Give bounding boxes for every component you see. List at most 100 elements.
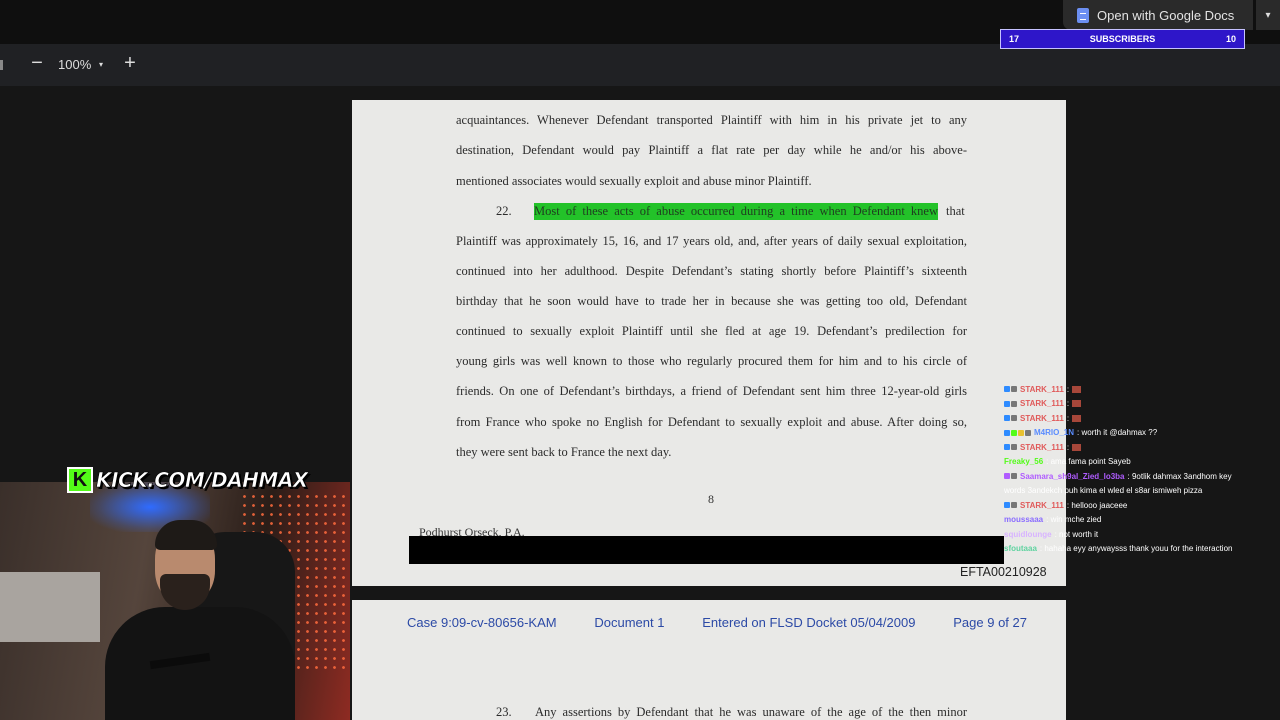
chat-badge-icon xyxy=(1004,400,1010,407)
chat-text: : xyxy=(1066,442,1070,452)
open-with-dropdown-button[interactable]: ▾ xyxy=(1256,0,1280,30)
chat-badge-icon xyxy=(1004,429,1010,436)
chat-badges xyxy=(1004,502,1017,509)
chat-text: words 3andekch puh kima el wled el s8ar … xyxy=(1004,486,1203,496)
chat-badge-icon xyxy=(1025,429,1031,436)
highlighted-text[interactable]: Most of these acts of abuse occurred dur… xyxy=(534,203,938,220)
open-with-google-docs-button[interactable]: Open with Google Docs xyxy=(1063,0,1253,30)
chat-text: : hahaha eyy anywaysss thank youu for th… xyxy=(1039,544,1233,554)
chat-text: : xyxy=(1066,399,1070,409)
chat-badge-icon xyxy=(1011,386,1017,393)
chat-message: STARK_111: xyxy=(1004,397,1274,412)
chat-text: : hellooo jaaceee xyxy=(1066,500,1128,510)
subscriber-label: SUBSCRIBERS xyxy=(1089,34,1156,44)
chat-badges xyxy=(1004,415,1017,422)
chat-username[interactable]: STARK_111 xyxy=(1020,443,1064,452)
chat-message: squidlounge: not worth it xyxy=(1004,527,1274,542)
chat-text: : win mche zied xyxy=(1046,515,1102,525)
document-page: acquaintances. Whenever Defendant transp… xyxy=(352,100,1066,586)
chat-badge-icon xyxy=(1011,429,1017,436)
document-line: continued to sexually exploit Plaintiff … xyxy=(456,324,967,338)
case-number: Case 9:09-cv-80656-KAM xyxy=(407,615,557,630)
chat-emote-icon xyxy=(1072,443,1082,451)
zoom-in-button[interactable]: + xyxy=(120,52,140,75)
chat-username[interactable]: STARK_111 xyxy=(1020,414,1064,423)
document-page-next: Case 9:09-cv-80656-KAM Document 1 Entere… xyxy=(352,600,1066,720)
chat-emote-icon xyxy=(1072,414,1082,422)
document-line: birthday that he soon would have to trad… xyxy=(456,294,967,308)
chat-badges xyxy=(1004,400,1017,407)
chat-badge-icon xyxy=(1011,415,1017,422)
chevron-down-icon: ▾ xyxy=(1265,9,1271,21)
document-line: acquaintances. Whenever Defendant transp… xyxy=(456,113,967,127)
chat-text: : not worth it xyxy=(1054,529,1099,539)
docket-entry: Entered on FLSD Docket 05/04/2009 xyxy=(702,615,916,630)
zoom-out-button[interactable]: − xyxy=(27,52,47,75)
chat-badges xyxy=(1004,444,1017,451)
document-line: young girls was well known to those who … xyxy=(456,354,967,368)
document-line: Plaintiff was approximately 15, 16, and … xyxy=(456,234,967,248)
chat-message: moussaaa: win mche zied xyxy=(1004,513,1274,528)
chat-badge-icon xyxy=(1004,473,1010,480)
chat-badge-icon xyxy=(1004,415,1010,422)
chat-emote-icon xyxy=(1072,400,1082,408)
chat-username[interactable]: squidlounge xyxy=(1004,530,1052,539)
zoom-dropdown-icon[interactable]: ▾ xyxy=(99,60,103,69)
chat-badges xyxy=(1004,429,1031,436)
kick-logo-icon: K xyxy=(67,467,93,493)
streamer-body xyxy=(105,607,295,720)
paragraph-number: 22. xyxy=(496,204,512,218)
chat-message: words 3andekch puh kima el wled el s8ar … xyxy=(1004,484,1274,499)
viewer-toolbar xyxy=(0,44,1280,86)
webcam-background-shelf xyxy=(0,572,100,642)
document-line: friends. On one of Defendant’s birthdays… xyxy=(456,384,967,398)
chat-badge-icon xyxy=(1004,502,1010,509)
chat-message: Saamara_sh9al_Zied_lo3ba: 9otlik dahmax … xyxy=(1004,469,1274,484)
chat-username[interactable]: M4RIO_1N xyxy=(1034,428,1074,437)
chat-username[interactable]: moussaaa xyxy=(1004,515,1043,524)
chat-badge-icon xyxy=(1018,429,1024,436)
chat-message: STARK_111: xyxy=(1004,411,1274,426)
subscriber-goal-widget: 17 SUBSCRIBERS 10 xyxy=(1000,29,1245,49)
chat-username[interactable]: STARK_111 xyxy=(1020,399,1064,408)
page-number: 8 xyxy=(708,492,714,506)
subscriber-goal: 10 xyxy=(1225,34,1236,44)
chat-text: : xyxy=(1066,413,1070,423)
kick-channel-url: KICK.COM/DAHMAX xyxy=(96,468,309,493)
chat-text: : ama fama point Sayeb xyxy=(1046,457,1131,467)
chat-message: STARK_111: hellooo jaaceee xyxy=(1004,498,1274,513)
chat-text: : worth it @dahmax ?? xyxy=(1077,428,1158,438)
subscriber-current: 17 xyxy=(1009,34,1020,44)
google-docs-icon xyxy=(1077,7,1089,23)
paragraph-number: 23. xyxy=(496,705,512,719)
chat-emote-icon xyxy=(1072,385,1082,393)
chat-badge-icon xyxy=(1011,400,1017,407)
chat-badge-icon xyxy=(1011,502,1017,509)
document-line: from France who spoke no English for Def… xyxy=(456,415,967,429)
chat-badge-icon xyxy=(1004,386,1010,393)
page-count: Page 9 of 27 xyxy=(953,615,1027,630)
case-header: Case 9:09-cv-80656-KAM Document 1 Entere… xyxy=(407,615,1027,630)
chat-badge-icon xyxy=(1011,473,1017,480)
chat-username[interactable]: STARK_111 xyxy=(1020,501,1064,510)
chat-badge-icon xyxy=(1004,444,1010,451)
chat-message: M4RIO_1N: worth it @dahmax ?? xyxy=(1004,426,1274,441)
document-line: continued into her adulthood. Despite De… xyxy=(456,264,967,278)
document-line: they were sent back to France the next d… xyxy=(456,445,672,459)
chat-badges xyxy=(1004,386,1017,393)
sidebar-toggle-edge[interactable] xyxy=(0,60,3,70)
open-with-label: Open with Google Docs xyxy=(1097,7,1235,23)
chat-username[interactable]: Saamara_sh9al_Zied_lo3ba xyxy=(1020,472,1125,481)
chat-username[interactable]: Freaky_56 xyxy=(1004,457,1043,466)
chat-message: sfoutaaa: hahaha eyy anywaysss thank you… xyxy=(1004,542,1274,557)
chat-badge-icon xyxy=(1011,444,1017,451)
zoom-level[interactable]: 100% xyxy=(58,57,91,72)
chat-text: : xyxy=(1066,384,1070,394)
chat-username[interactable]: sfoutaaa xyxy=(1004,544,1037,553)
document-line: destination, Defendant would pay Plainti… xyxy=(456,143,967,157)
streamer-webcam xyxy=(0,482,350,720)
chat-username[interactable]: STARK_111 xyxy=(1020,385,1064,394)
document-line: Any assertions by Defendant that he was … xyxy=(535,705,967,719)
bates-number: EFTA00210928 xyxy=(960,565,1047,579)
chat-message: Freaky_56: ama fama point Sayeb xyxy=(1004,455,1274,470)
